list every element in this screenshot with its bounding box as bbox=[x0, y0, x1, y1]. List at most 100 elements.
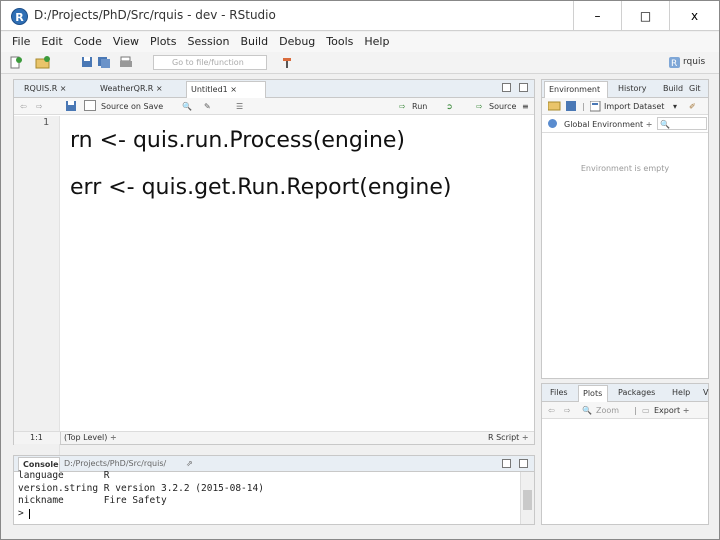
zoom-button[interactable]: Zoom bbox=[596, 404, 619, 417]
menu-plots[interactable]: Plots bbox=[139, 32, 176, 52]
r-env-icon bbox=[548, 119, 557, 128]
rstudio-logo-icon: R bbox=[11, 8, 28, 25]
open-project-icon[interactable] bbox=[35, 56, 51, 71]
tab-git[interactable]: Git bbox=[685, 81, 707, 98]
menu-tools[interactable]: Tools bbox=[315, 32, 353, 52]
project-icon: R bbox=[669, 57, 680, 69]
compile-report-icon[interactable]: ☰ bbox=[236, 100, 243, 113]
go-to-directory-icon[interactable]: ⇗ bbox=[182, 457, 193, 472]
scrollbar-thumb[interactable] bbox=[523, 490, 532, 510]
menu-debug[interactable]: Debug bbox=[268, 32, 315, 52]
outline-icon[interactable]: ≡ bbox=[522, 100, 529, 113]
window-title: D:/Projects/PhD/Src/rquis - dev - RStudi… bbox=[34, 8, 276, 22]
environment-scope-bar: Global Environment ÷ 🔍 bbox=[542, 116, 708, 133]
tab-help[interactable]: Help bbox=[668, 385, 698, 402]
save-all-icon[interactable] bbox=[97, 56, 111, 71]
tab-packages[interactable]: Packages bbox=[614, 385, 662, 402]
prompt-symbol: > bbox=[18, 508, 24, 519]
menu-code[interactable]: Code bbox=[63, 32, 102, 52]
goto-placeholder: Go to file/function bbox=[172, 58, 244, 67]
source-on-save-checkbox[interactable] bbox=[84, 100, 96, 111]
editor-status-bar: 1:1 (Top Level) ÷ R Script ÷ bbox=[14, 431, 534, 444]
tab-viewer[interactable]: V bbox=[699, 385, 711, 402]
new-file-icon[interactable] bbox=[9, 56, 23, 71]
maximize-pane-icon[interactable] bbox=[519, 459, 528, 468]
export-button[interactable]: Export ÷ bbox=[654, 404, 689, 417]
tab-files[interactable]: Files bbox=[546, 385, 574, 402]
goto-file-function-input[interactable]: Go to file/function bbox=[153, 55, 267, 70]
files-plots-pane: Files Plots Packages Help V ⇦ ⇨ 🔍 Zoom |… bbox=[541, 383, 709, 525]
export-image-icon: ▭ bbox=[642, 406, 650, 415]
menu-build[interactable]: Build bbox=[229, 32, 268, 52]
run-arrow-icon[interactable]: ⇨ bbox=[399, 100, 406, 113]
environment-toolbar: | Import Dataset ▾ ✐ bbox=[542, 98, 708, 115]
tab-build[interactable]: Build bbox=[659, 81, 685, 98]
search-icon[interactable]: 🔍 bbox=[182, 100, 192, 113]
menu-file[interactable]: File bbox=[1, 32, 30, 52]
import-dataset-icon bbox=[590, 101, 601, 112]
run-button[interactable]: Run bbox=[412, 100, 427, 113]
tab-plots[interactable]: Plots bbox=[578, 385, 608, 402]
source-button[interactable]: Source bbox=[489, 100, 516, 113]
minimize-pane-icon[interactable] bbox=[502, 459, 511, 468]
forward-arrow-icon[interactable]: ⇨ bbox=[36, 100, 43, 113]
minimize-pane-icon[interactable] bbox=[502, 83, 511, 92]
tab-history[interactable]: History bbox=[614, 81, 654, 98]
maximize-button[interactable]: □ bbox=[621, 1, 669, 31]
project-label[interactable]: rquis bbox=[683, 55, 705, 70]
dropdown-icon[interactable]: ▾ bbox=[673, 100, 677, 113]
forward-arrow-icon[interactable]: ⇨ bbox=[564, 404, 571, 417]
environment-empty-text: Environment is empty bbox=[580, 164, 670, 173]
source-editor-pane: RQUIS.R × WeatherQR.R × Untitled1 × ⇦ ⇨ … bbox=[13, 79, 535, 509]
menu-session[interactable]: Session bbox=[176, 32, 229, 52]
close-button[interactable]: x bbox=[669, 1, 719, 31]
global-environment-selector[interactable]: Global Environment ÷ bbox=[564, 118, 652, 131]
save-icon[interactable] bbox=[81, 56, 93, 71]
menu-help[interactable]: Help bbox=[353, 32, 389, 52]
editor-tab-strip: RQUIS.R × WeatherQR.R × Untitled1 × bbox=[14, 80, 534, 98]
back-arrow-icon[interactable]: ⇦ bbox=[20, 100, 27, 113]
code-line[interactable]: err <- quis.get.Run.Report(engine) bbox=[70, 175, 452, 200]
load-workspace-icon[interactable] bbox=[548, 100, 561, 111]
import-dataset-button[interactable]: Import Dataset bbox=[604, 100, 664, 113]
maximize-pane-icon[interactable] bbox=[519, 83, 528, 92]
menu-edit[interactable]: Edit bbox=[30, 32, 62, 52]
magnifier-icon[interactable]: 🔍 bbox=[582, 404, 592, 417]
tab-label: WeatherQR.R bbox=[100, 84, 154, 93]
broom-icon[interactable]: ✐ bbox=[689, 100, 696, 113]
console-output-line: nickname Fire Safety bbox=[18, 495, 167, 506]
tab-label: Untitled1 bbox=[191, 85, 228, 94]
line-number-gutter: 1 bbox=[14, 116, 60, 509]
tab-untitled1[interactable]: Untitled1 × bbox=[186, 81, 266, 98]
console-scrollbar[interactable] bbox=[520, 472, 534, 524]
back-arrow-icon[interactable]: ⇦ bbox=[548, 404, 555, 417]
divider: | bbox=[634, 406, 637, 415]
title-bar: R D:/Projects/PhD/Src/rquis - dev - RStu… bbox=[1, 1, 719, 31]
code-line[interactable]: rn <- quis.run.Process(engine) bbox=[70, 128, 405, 153]
divider bbox=[60, 432, 61, 444]
print-icon[interactable] bbox=[119, 56, 133, 71]
tab-label: RQUIS.R bbox=[24, 84, 58, 93]
addins-icon[interactable] bbox=[281, 56, 293, 71]
save-workspace-icon[interactable] bbox=[566, 101, 577, 112]
rerun-icon[interactable]: ➲ bbox=[446, 100, 453, 113]
menu-view[interactable]: View bbox=[102, 32, 139, 52]
plots-toolbar: ⇦ ⇨ 🔍 Zoom | ▭ Export ÷ bbox=[542, 402, 708, 419]
console-prompt[interactable]: > bbox=[18, 508, 31, 519]
files-tab-strip: Files Plots Packages Help V bbox=[542, 384, 708, 402]
minimize-button[interactable]: – bbox=[573, 1, 621, 31]
tab-rquis-r[interactable]: RQUIS.R × bbox=[20, 81, 100, 98]
tab-weatherqr-r[interactable]: WeatherQR.R × bbox=[96, 81, 188, 98]
environment-tab-strip: Environment History Build Git bbox=[542, 80, 708, 98]
scope-selector[interactable]: (Top Level) ÷ bbox=[64, 432, 117, 444]
text-cursor bbox=[29, 508, 31, 519]
magic-wand-icon[interactable]: ✎ bbox=[204, 100, 211, 113]
save-icon[interactable] bbox=[66, 101, 77, 112]
line-number: 1 bbox=[42, 117, 49, 128]
console-output-line: language R bbox=[18, 470, 110, 481]
tab-environment[interactable]: Environment bbox=[544, 81, 608, 98]
file-type-selector[interactable]: R Script ÷ bbox=[488, 432, 529, 444]
menu-bar: File Edit Code View Plots Session Build Debug To… bbox=[1, 32, 719, 52]
source-arrow-icon[interactable]: ⇨ bbox=[476, 100, 483, 113]
divider: | bbox=[582, 102, 585, 111]
